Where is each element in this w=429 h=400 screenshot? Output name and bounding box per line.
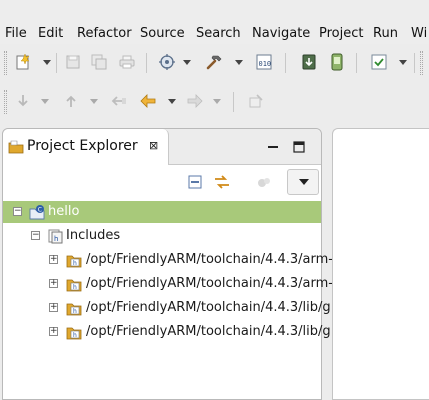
tree-row-includes[interactable]: − h Includes <box>3 225 321 247</box>
tab-project-explorer[interactable]: Project Explorer ⊠ <box>3 129 169 165</box>
pin-editor-icon[interactable] <box>245 90 267 112</box>
include-path-label: /opt/FriendlyARM/toolchain/4.4.3/arm- <box>86 252 333 267</box>
collapse-toggle[interactable]: − <box>31 231 40 240</box>
svg-text:h: h <box>73 260 77 267</box>
download-icon[interactable] <box>298 51 320 73</box>
maximize-view-icon[interactable] <box>293 141 305 153</box>
new-dropdown-arrow[interactable] <box>43 60 51 65</box>
view-menu-button[interactable] <box>287 169 319 195</box>
svg-text:C: C <box>38 206 42 213</box>
tree-row-include-path[interactable]: + h /opt/FriendlyARM/toolchain/4.4.3/arm… <box>3 249 333 271</box>
menu-bar: File Edit Refactor Source Search Navigat… <box>0 0 429 44</box>
next-annotation-icon[interactable] <box>12 90 34 112</box>
menu-file[interactable]: File <box>5 25 27 43</box>
toolbar-separator <box>285 53 286 73</box>
svg-text:h: h <box>73 332 77 339</box>
menu-edit[interactable]: Edit <box>38 25 63 43</box>
collapse-all-icon[interactable] <box>184 171 206 193</box>
expand-toggle[interactable]: + <box>49 279 58 288</box>
print-icon[interactable] <box>116 51 138 73</box>
navigation-toolbar <box>0 84 429 118</box>
menu-search[interactable]: Search <box>196 25 241 43</box>
forward-icon[interactable] <box>184 90 206 112</box>
toolbar-grip[interactable] <box>4 90 7 114</box>
svg-text:h: h <box>73 284 77 291</box>
next-annotation-dropdown[interactable] <box>41 99 49 104</box>
menu-project[interactable]: Project <box>319 25 363 43</box>
view-toolbar <box>3 165 321 199</box>
previous-annotation-icon[interactable] <box>60 90 82 112</box>
include-path-label: /opt/FriendlyARM/toolchain/4.4.3/lib/g <box>86 300 331 315</box>
menu-run[interactable]: Run <box>373 25 398 43</box>
menu-source[interactable]: Source <box>140 25 185 43</box>
view-tab-bar: Project Explorer ⊠ <box>3 129 321 165</box>
toolbar-grip[interactable] <box>420 51 423 75</box>
include-path-label: /opt/FriendlyARM/toolchain/4.4.3/arm- <box>86 276 333 291</box>
toolbar-separator <box>56 53 57 73</box>
filter-icon[interactable] <box>253 171 275 193</box>
back-dropdown-arrow[interactable] <box>168 99 176 104</box>
collapse-toggle[interactable]: − <box>13 207 22 216</box>
task-check-icon[interactable] <box>368 51 390 73</box>
last-edit-location-icon[interactable] <box>108 90 130 112</box>
new-wizard-icon[interactable] <box>12 51 34 73</box>
save-all-icon[interactable] <box>88 51 110 73</box>
expand-toggle[interactable]: + <box>49 303 58 312</box>
include-folder-icon: h <box>66 276 82 292</box>
device-icon[interactable] <box>326 51 348 73</box>
close-view-icon[interactable]: ⊠ <box>149 139 158 152</box>
debug-settings-icon[interactable] <box>156 51 178 73</box>
back-icon[interactable] <box>137 90 159 112</box>
toolbar-separator <box>356 53 357 73</box>
editor-area[interactable] <box>332 128 429 400</box>
includes-label: Includes <box>66 228 121 243</box>
expand-toggle[interactable]: + <box>49 327 58 336</box>
save-icon[interactable] <box>62 51 84 73</box>
debug-dropdown-arrow[interactable] <box>183 60 191 65</box>
minimize-view-icon[interactable] <box>267 141 279 153</box>
tree-row-include-path[interactable]: + h /opt/FriendlyARM/toolchain/4.4.3/lib… <box>3 297 331 319</box>
svg-text:010: 010 <box>259 60 272 68</box>
include-folder-icon: h <box>66 324 82 340</box>
link-with-editor-icon[interactable] <box>211 171 233 193</box>
binary-icon[interactable]: 010 <box>253 51 275 73</box>
tree-row-include-path[interactable]: + h /opt/FriendlyARM/toolchain/4.4.3/lib… <box>3 321 331 343</box>
expand-toggle[interactable]: + <box>49 255 58 264</box>
task-dropdown-arrow[interactable] <box>399 60 407 65</box>
menu-navigate[interactable]: Navigate <box>252 25 310 43</box>
view-menu-icon[interactable] <box>299 179 309 185</box>
toolbar-separator <box>233 92 234 112</box>
includes-icon: h <box>47 228 63 244</box>
main-toolbar: 010 <box>0 45 429 79</box>
tree-row-project[interactable]: − C hello <box>3 201 321 223</box>
forward-dropdown-arrow[interactable] <box>213 99 221 104</box>
menu-window[interactable]: Wi <box>411 25 427 43</box>
include-path-label: /opt/FriendlyARM/toolchain/4.4.3/lib/g <box>86 324 331 339</box>
build-dropdown-arrow[interactable] <box>235 60 243 65</box>
build-hammer-icon[interactable] <box>203 51 225 73</box>
toolbar-grip[interactable] <box>4 51 7 75</box>
view-title: Project Explorer <box>27 138 138 154</box>
include-folder-icon: h <box>66 300 82 316</box>
toolbar-separator <box>146 53 147 73</box>
toolbar-separator <box>414 53 415 73</box>
project-explorer-view: Project Explorer ⊠ − C hello − h Include… <box>2 128 333 400</box>
c-project-icon: C <box>29 204 45 220</box>
previous-annotation-dropdown[interactable] <box>90 99 98 104</box>
project-explorer-icon <box>8 139 24 159</box>
tree-row-include-path[interactable]: + h /opt/FriendlyARM/toolchain/4.4.3/arm… <box>3 273 333 295</box>
include-folder-icon: h <box>66 252 82 268</box>
svg-text:h: h <box>54 235 58 243</box>
menu-refactor[interactable]: Refactor <box>77 25 132 43</box>
project-name: hello <box>48 204 80 219</box>
svg-text:h: h <box>73 308 77 315</box>
